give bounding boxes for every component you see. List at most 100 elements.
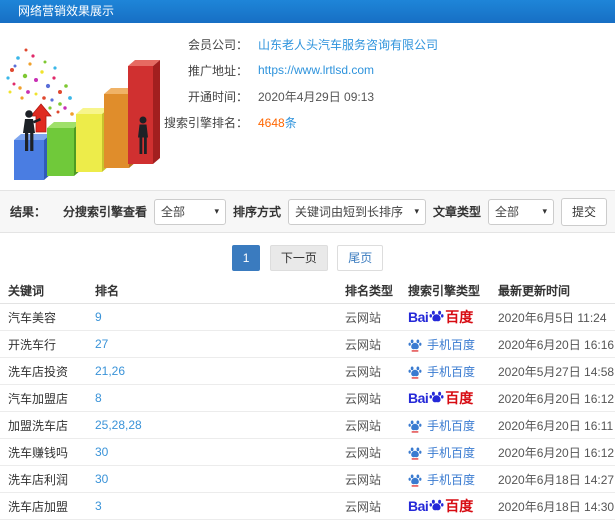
keyword-cell: 洗车赚钱吗: [8, 445, 69, 460]
rank-link[interactable]: 9: [95, 304, 340, 330]
baidu-paw-icon: [408, 446, 422, 460]
rank-type-cell: 云网站: [345, 310, 382, 325]
table-row: 洗车赚钱吗 30 云网站 手机百度 2020年6月20日 16:12: [0, 439, 615, 466]
rank-link[interactable]: 3: [95, 493, 340, 519]
sort-select[interactable]: 关键词由短到长排序 ▾: [287, 198, 426, 225]
result-label: 结果：: [10, 205, 47, 219]
table-row: 洗车店加盟 3 云网站 Bai 百度 2020年6月18日 14:30: [0, 493, 615, 520]
keyword-cell: 开洗车行: [8, 337, 57, 352]
opened-label: 开通时间：: [187, 89, 248, 104]
engine-select[interactable]: 全部 ▾: [153, 198, 226, 225]
updated-cell: 2020年6月20日 16:11: [498, 418, 614, 433]
table-row: 洗车店投资 21,26 云网站 手机百度 2020年5月27日 14:58: [0, 358, 615, 385]
rank-link[interactable]: 27: [95, 331, 340, 357]
chevron-down-icon: ▾: [542, 206, 547, 216]
updated-cell: 2020年6月18日 14:30: [498, 499, 615, 514]
table-row: 汽车加盟店 8 云网站 Bai 百度 2020年6月20日 16:12: [0, 385, 615, 412]
company-label: 会员公司：: [187, 37, 248, 52]
updated-cell: 2020年6月5日 11:24: [498, 310, 607, 325]
rank-type-cell: 云网站: [345, 499, 382, 514]
company-link[interactable]: 山东老人头汽车服务咨询有限公司: [258, 36, 438, 53]
rank-type-cell: 云网站: [345, 337, 382, 352]
engine-cell: Bai 百度: [408, 493, 496, 519]
engine-cell: Bai 百度: [408, 304, 496, 330]
info-row-opened: 开通时间： 2020年4月29日 09:13: [158, 83, 598, 109]
baidu-pc-logo: Bai 百度: [408, 390, 474, 406]
rank-count-number: 4648: [258, 115, 285, 130]
page-1-button[interactable]: 1: [231, 245, 261, 271]
info-row-company: 会员公司： 山东老人头汽车服务咨询有限公司: [158, 31, 598, 57]
filter-controls: 分搜索引擎查看 全部 ▾ 排序方式 关键词由短到长排序 ▾ 文章类型 全部 ▾ …: [62, 197, 615, 226]
updated-cell: 2020年6月20日 16:12: [498, 445, 615, 460]
bar-green: [47, 122, 81, 176]
table-row: 加盟洗车店 25,28,28 云网站 手机百度 2020年6月20日 16:11: [0, 412, 615, 439]
sort-filter-label: 排序方式: [232, 205, 281, 219]
rank-link[interactable]: 8: [95, 385, 340, 411]
next-page-button[interactable]: 下一页: [269, 245, 328, 271]
engine-cell: Bai 百度: [408, 385, 496, 411]
url-label: 推广地址：: [187, 63, 248, 78]
rank-link[interactable]: 25,28,28: [95, 412, 340, 438]
baidu-mobile-label: 手机百度: [427, 445, 476, 460]
rank-link[interactable]: 30: [95, 439, 340, 465]
baidu-paw-icon: [408, 338, 422, 352]
baidu-paw-icon: [408, 473, 422, 487]
promotion-url-link[interactable]: https://www.lrtlsd.com: [258, 63, 374, 77]
sort-select-value: 关键词由短到长排序: [294, 205, 403, 219]
engine-cell: 手机百度: [408, 331, 496, 357]
keyword-cell: 汽车美容: [8, 310, 57, 325]
engine-select-value: 全部: [160, 205, 185, 219]
table-row: 洗车店利润 30 云网站 手机百度 2020年6月18日 14:27: [0, 466, 615, 493]
table-header: 关键词 排名 排名类型 搜索引擎类型 最新更新时间: [0, 278, 615, 304]
article-type-select-value: 全部: [495, 205, 520, 219]
header-engine: 搜索引擎类型: [408, 284, 481, 298]
rank-type-cell: 云网站: [345, 391, 382, 406]
page-header: 网络营销效果展示: [0, 0, 615, 23]
rank-count-unit: 条: [284, 115, 297, 130]
baidu-mobile-logo: 手机百度: [408, 471, 475, 488]
updated-cell: 2020年6月20日 16:16: [498, 337, 615, 352]
rank-link[interactable]: 21,26: [95, 358, 340, 384]
rank-type-cell: 云网站: [345, 364, 382, 379]
keyword-cell: 洗车店投资: [8, 364, 69, 379]
info-row-rank: 搜索引擎排名： 4648条: [158, 109, 598, 135]
baidu-mobile-label: 手机百度: [427, 364, 476, 379]
rank-type-cell: 云网站: [345, 418, 382, 433]
header-keyword: 关键词: [8, 284, 45, 298]
baidu-paw-icon: [429, 499, 444, 510]
updated-cell: 2020年6月18日 14:27: [498, 472, 615, 487]
baidu-pc-logo: Bai 百度: [408, 309, 474, 325]
baidu-mobile-logo: 手机百度: [408, 363, 475, 380]
baidu-paw-icon: [408, 365, 422, 379]
last-page-button[interactable]: 尾页: [337, 245, 384, 271]
rank-link[interactable]: 30: [95, 466, 340, 492]
table-row: 开洗车行 27 云网站 手机百度 2020年6月20日 16:16: [0, 331, 615, 358]
member-info-panel: 会员公司： 山东老人头汽车服务咨询有限公司 推广地址： https://www.…: [158, 31, 598, 135]
rank-type-cell: 云网站: [345, 472, 382, 487]
engine-cell: 手机百度: [408, 412, 496, 438]
keyword-cell: 加盟洗车店: [8, 418, 69, 433]
filter-bar: 结果： 分搜索引擎查看 全部 ▾ 排序方式 关键词由短到长排序 ▾ 文章类型 全…: [0, 190, 615, 233]
chevron-down-icon: ▾: [214, 206, 219, 216]
bar-chart-graphic: [6, 48, 160, 180]
opened-value: 2020年4月29日 09:13: [258, 89, 375, 104]
engine-cell: 手机百度: [408, 439, 496, 465]
baidu-paw-icon: [408, 419, 422, 433]
header-updated: 最新更新时间: [498, 284, 571, 298]
keyword-cell: 汽车加盟店: [8, 391, 69, 406]
article-type-label: 文章类型: [432, 205, 481, 219]
page-title: 网络营销效果展示: [18, 4, 115, 18]
baidu-mobile-logo: 手机百度: [408, 417, 475, 434]
article-type-select[interactable]: 全部 ▾: [488, 198, 554, 225]
marketing-chart-illustration: [0, 28, 170, 188]
submit-button[interactable]: 提交: [561, 197, 607, 226]
baidu-mobile-label: 手机百度: [427, 337, 476, 352]
header-rank-type: 排名类型: [345, 284, 394, 298]
header-rank: 排名: [95, 284, 120, 298]
table-row: 汽车美容 9 云网站 Bai 百度 2020年6月5日 11:24: [0, 304, 615, 331]
baidu-mobile-logo: 手机百度: [408, 336, 475, 353]
keyword-cell: 洗车店加盟: [8, 499, 69, 514]
rank-type-cell: 云网站: [345, 445, 382, 460]
pagination: 1 下一页 尾页: [0, 245, 615, 271]
engine-filter-label: 分搜索引擎查看: [62, 205, 147, 219]
